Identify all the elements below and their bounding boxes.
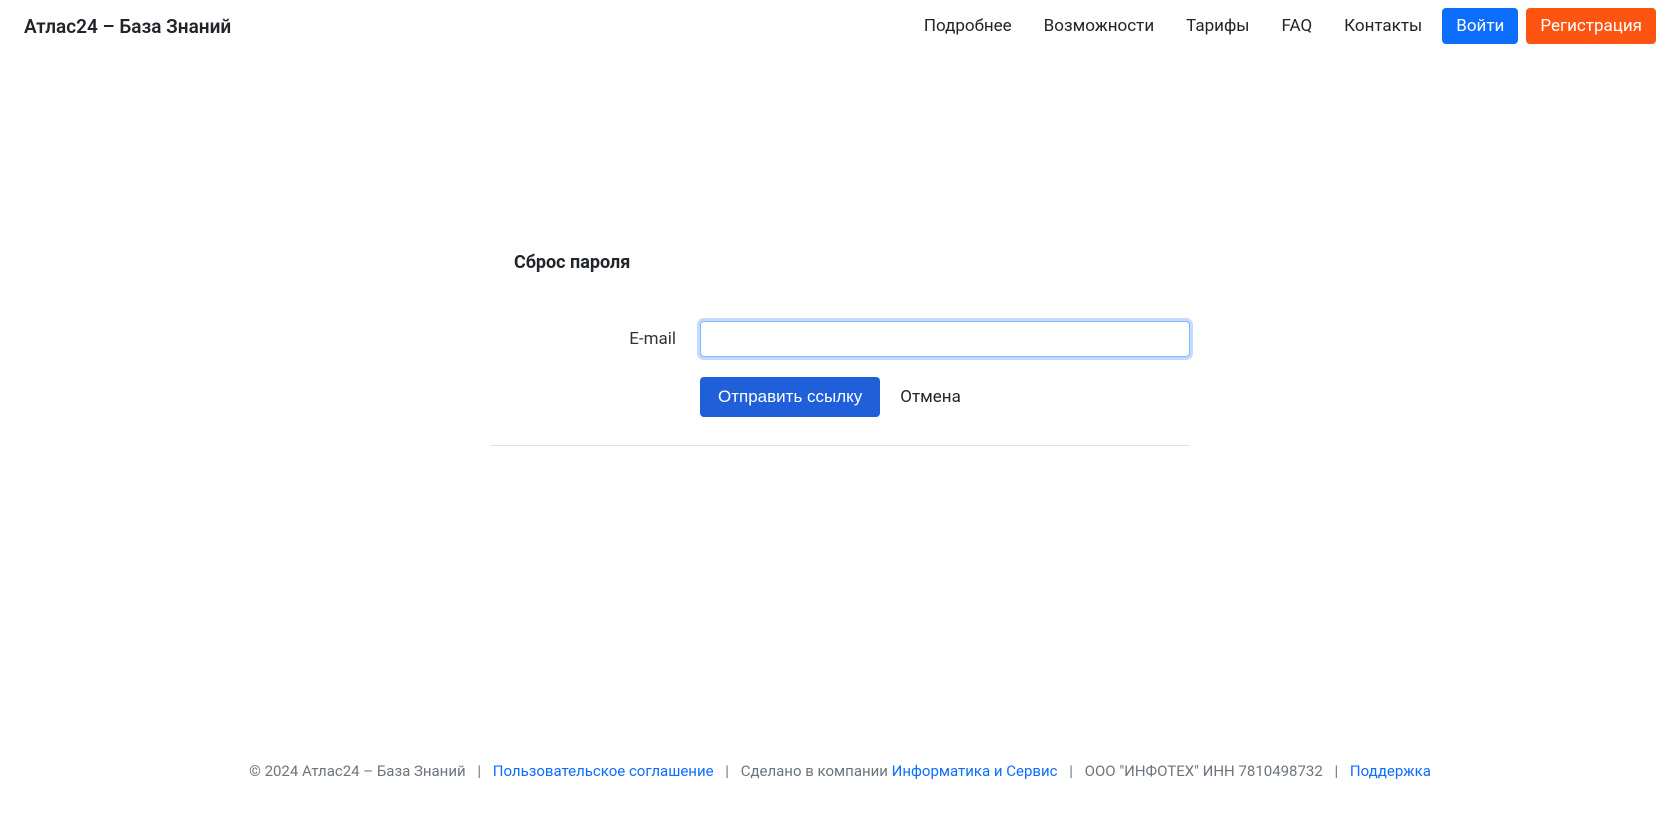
separator: | [1335, 762, 1339, 780]
email-label: E-mail [490, 329, 700, 349]
separator: | [725, 762, 729, 780]
copyright: © 2024 Атлас24 – База Знаний [249, 762, 466, 780]
main: Сброс пароля E-mail Отправить ссылку Отм… [0, 52, 1680, 738]
company-info: ООО "ИНФОТЕХ" ИНН 7810498732 [1085, 762, 1323, 780]
nav-contacts[interactable]: Контакты [1332, 8, 1434, 44]
nav-pricing[interactable]: Тарифы [1174, 8, 1261, 44]
made-in-text: Сделано в компании [741, 762, 892, 780]
support-link[interactable]: Поддержка [1350, 762, 1431, 780]
nav-faq[interactable]: FAQ [1269, 8, 1324, 44]
register-button[interactable]: Регистрация [1526, 8, 1656, 44]
nav-more[interactable]: Подробнее [912, 8, 1024, 44]
agreement-link[interactable]: Пользовательское соглашение [493, 762, 714, 780]
separator: | [1069, 762, 1073, 780]
navbar: Атлас24 – База Знаний Подробнее Возможно… [0, 0, 1680, 52]
submit-button[interactable]: Отправить ссылку [700, 377, 880, 417]
brand-link[interactable]: Атлас24 – База Знаний [24, 15, 231, 38]
nav-features[interactable]: Возможности [1032, 8, 1166, 44]
form-title: Сброс пароля [490, 252, 1190, 273]
cancel-link[interactable]: Отмена [900, 387, 961, 407]
separator: | [477, 762, 481, 780]
company-link[interactable]: Информатика и Сервис [892, 762, 1058, 780]
divider [490, 445, 1190, 446]
form-actions: Отправить ссылку Отмена [700, 377, 1190, 417]
nav-right: Подробнее Возможности Тарифы FAQ Контакт… [912, 8, 1656, 44]
login-button[interactable]: Войти [1442, 8, 1518, 44]
footer: © 2024 Атлас24 – База Знаний | Пользоват… [0, 738, 1680, 820]
email-row: E-mail [490, 321, 1190, 357]
reset-card: Сброс пароля E-mail Отправить ссылку Отм… [490, 252, 1190, 738]
email-input[interactable] [700, 321, 1190, 357]
